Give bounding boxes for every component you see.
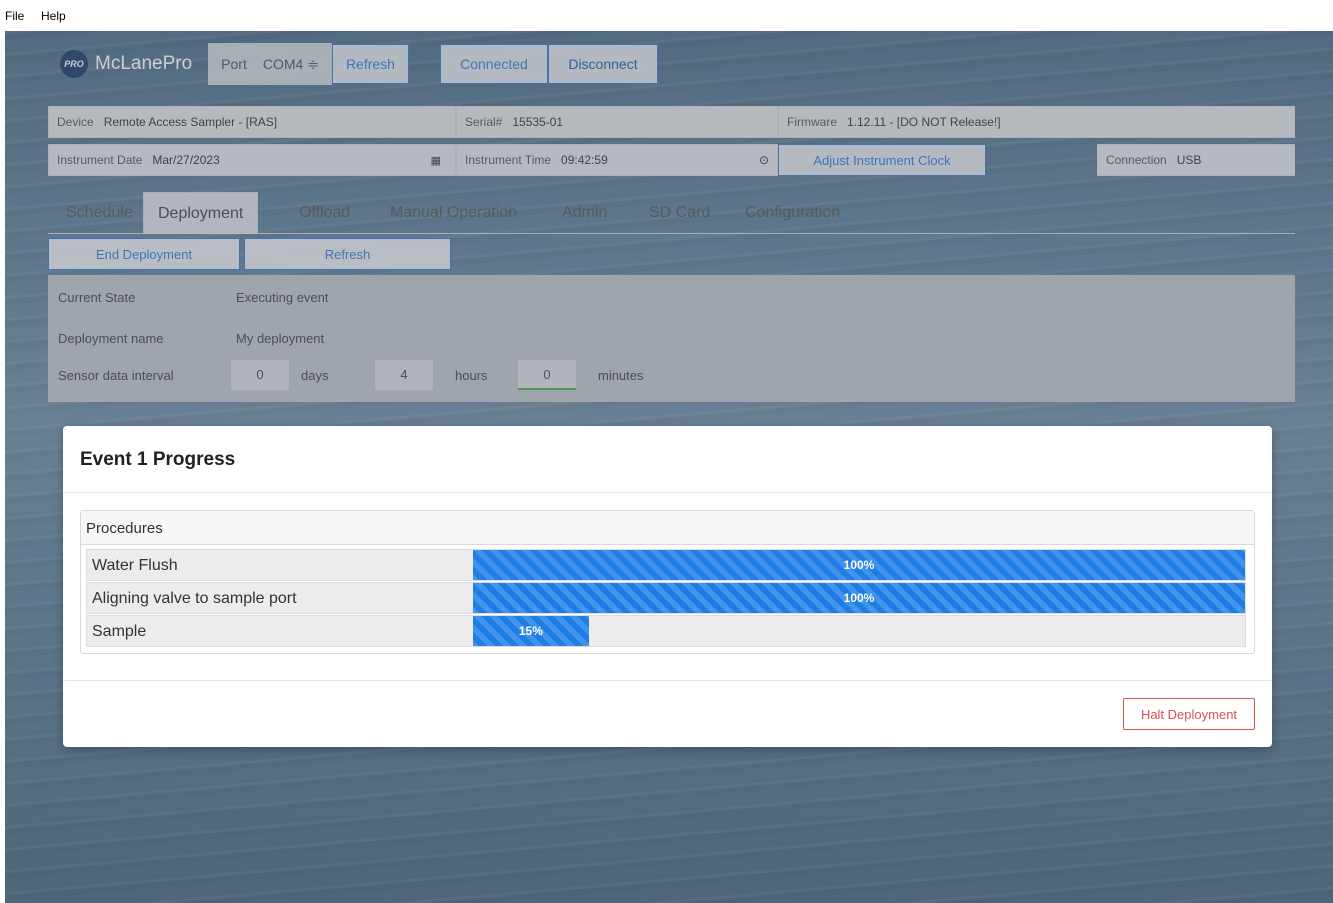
menu-file[interactable]: File <box>5 9 24 23</box>
halt-deployment-button[interactable]: Halt Deployment <box>1123 698 1255 730</box>
procedure-row: Aligning valve to sample port 100% <box>86 582 1246 614</box>
procedures-header: Procedures <box>81 511 1254 545</box>
procedure-name: Water Flush <box>92 557 178 574</box>
procedure-name: Aligning valve to sample port <box>92 590 297 607</box>
procedure-name: Sample <box>92 623 147 640</box>
procedure-row: Sample 15% <box>86 615 1246 647</box>
progress-modal: Event 1 Progress Procedures Water Flush … <box>63 426 1272 747</box>
modal-footer: Halt Deployment <box>63 680 1272 747</box>
procedure-row: Water Flush 100% <box>86 549 1246 581</box>
modal-title: Event 1 Progress <box>63 426 1272 493</box>
progress-fill: 100% <box>473 550 1245 580</box>
procedure-progress-bar: 100% <box>473 583 1245 613</box>
menu-help[interactable]: Help <box>41 9 66 23</box>
progress-fill: 100% <box>473 583 1245 613</box>
menu-bar: File Help <box>0 0 1333 31</box>
procedure-progress-bar: 100% <box>473 550 1245 580</box>
procedures-table: Procedures Water Flush 100% Aligning val… <box>80 510 1255 654</box>
procedure-progress-bar: 15% <box>473 616 1245 646</box>
progress-fill: 15% <box>473 616 589 646</box>
